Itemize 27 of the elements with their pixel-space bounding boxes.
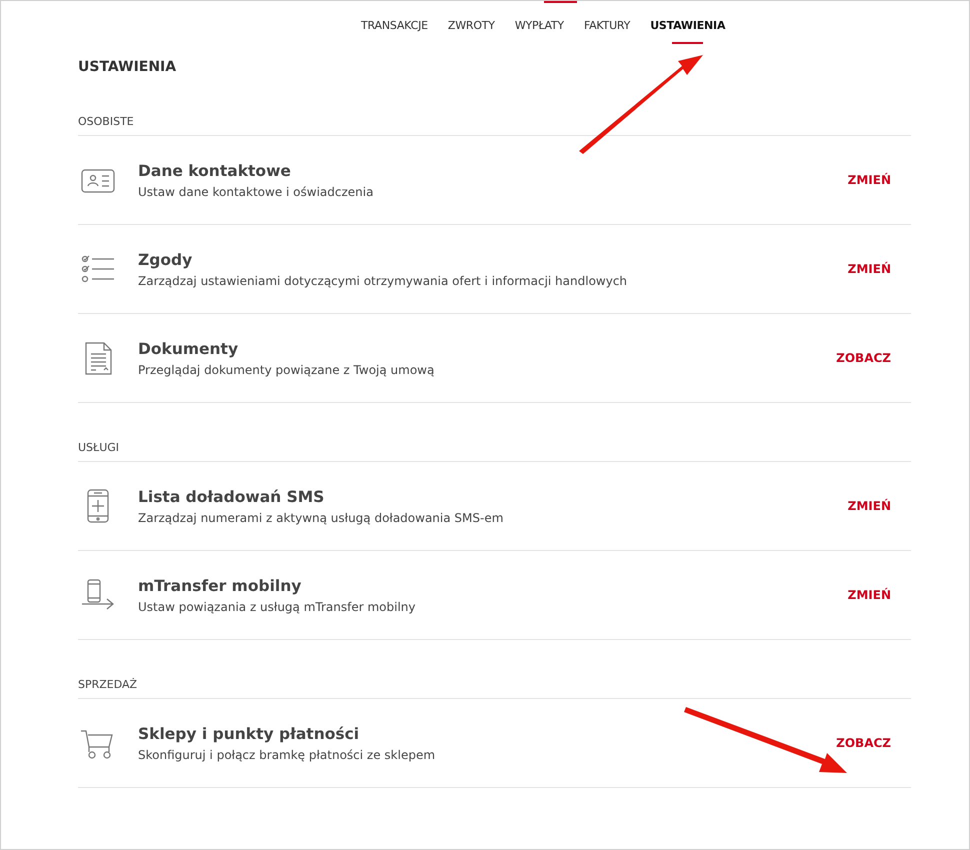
setting-title: Dokumenty [138,340,240,358]
setting-description: Ustaw powiązania z usługą mTransfer mobilny [138,600,416,614]
action-link[interactable]: ZMIEŃ [848,262,891,276]
nav-tab[interactable]: FAKTURY [584,19,630,44]
section-heading: SPRZEDAŻ [78,678,138,691]
setting-title: Zgody [138,250,194,268]
action-link[interactable]: ZOBACZ [836,351,891,365]
action-link[interactable]: ZOBACZ [836,736,891,750]
section-heading: USŁUGI [78,441,120,454]
setting-description: Zarządzaj numerami z aktywną usługą doładowania SMS-em [138,510,504,524]
setting-description: Przeglądaj dokumenty powiązane z Twoją umową [138,362,436,376]
nav-tab[interactable]: TRANSAKCJE [361,19,428,44]
action-link[interactable]: ZMIEŃ [848,588,891,602]
setting-title: Sklepy i punkty płatności [138,724,360,742]
page-title: USTAWIENIA [78,59,178,75]
setting-title: Dane kontaktowe [138,162,292,180]
nav-tab[interactable]: USTAWIENIA [650,19,726,44]
action-link[interactable]: ZMIEŃ [848,499,891,513]
setting-description: Ustaw dane kontaktowe i oświadczenia [138,184,374,198]
nav-tab[interactable]: WYPŁATY [514,19,564,44]
nav-tab[interactable]: ZWROTY [448,19,495,44]
setting-description: Skonfiguruj i połącz bramkę płatności ze sklepem [138,748,436,762]
action-link[interactable]: ZMIEŃ [848,173,891,187]
section-heading: OSOBISTE [78,115,135,128]
setting-title: Lista doładowań SMS [138,488,326,506]
setting-title: mTransfer mobilny [138,576,302,594]
setting-description: Zarządzaj ustawieniami dotyczącymi otrzymywania ofert i informacji handlowych [138,274,628,288]
